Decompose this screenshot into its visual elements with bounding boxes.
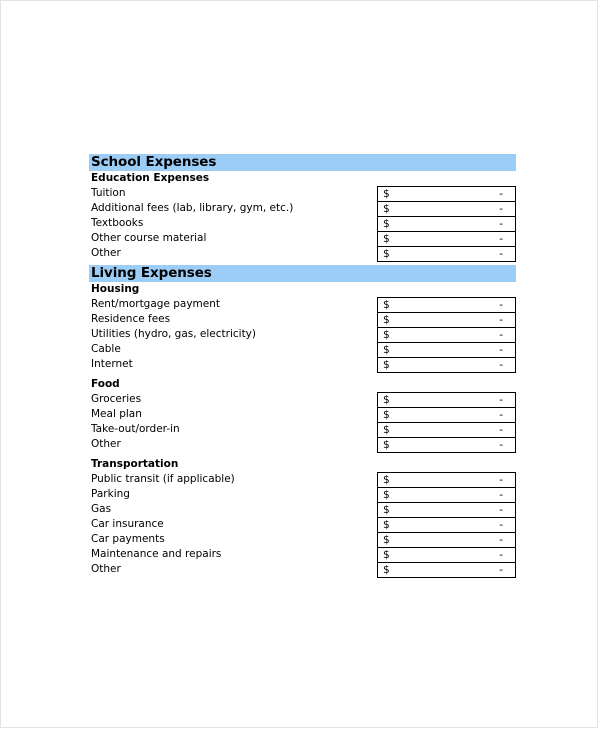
currency-symbol: $ — [383, 203, 390, 215]
currency-symbol: $ — [383, 248, 390, 260]
currency-symbol: $ — [383, 218, 390, 230]
amount-input[interactable]: $ - — [378, 343, 515, 358]
amount-value: - — [499, 409, 503, 421]
amount-input[interactable]: $ - — [378, 518, 515, 533]
amount-input[interactable]: $ - — [378, 217, 515, 232]
amount-input[interactable]: $ - — [378, 408, 515, 423]
amount-value: - — [499, 519, 503, 531]
section-header: Living Expenses — [89, 265, 516, 282]
amount-value: - — [499, 534, 503, 546]
amount-value: - — [499, 549, 503, 561]
amount-value: - — [499, 218, 503, 230]
amount-input[interactable]: $ - — [378, 358, 515, 373]
group-header: Education Expenses — [91, 172, 210, 184]
amount-input[interactable]: $ - — [378, 202, 515, 217]
amount-input[interactable]: $ - — [378, 247, 515, 262]
currency-symbol: $ — [383, 519, 390, 531]
currency-symbol: $ — [383, 394, 390, 406]
amount-input[interactable]: $ - — [378, 393, 515, 408]
amount-input[interactable]: $ - — [378, 298, 515, 313]
amount-value: - — [499, 248, 503, 260]
currency-symbol: $ — [383, 233, 390, 245]
amount-input-group: $ - $ - $ - $ - — [377, 392, 516, 453]
amount-value: - — [499, 504, 503, 516]
amount-value: - — [499, 489, 503, 501]
currency-symbol: $ — [383, 504, 390, 516]
amount-input[interactable]: $ - — [378, 313, 515, 328]
currency-symbol: $ — [383, 344, 390, 356]
amount-input[interactable]: $ - — [378, 187, 515, 202]
section-header: School Expenses — [89, 154, 516, 171]
currency-symbol: $ — [383, 439, 390, 451]
currency-symbol: $ — [383, 188, 390, 200]
amount-value: - — [499, 394, 503, 406]
budget-worksheet: School Expenses Education Expenses Tuition… — [89, 154, 516, 578]
group-header: Housing — [91, 283, 140, 295]
expense-group: Groceries Meal plan Take-out/order-in Other… — [89, 392, 516, 453]
amount-value: - — [499, 314, 503, 326]
document-page: School Expenses Education Expenses Tuition… — [0, 0, 598, 728]
amount-value: - — [499, 424, 503, 436]
currency-symbol: $ — [383, 564, 390, 576]
amount-value: - — [499, 299, 503, 311]
expense-group: Tuition Additional fees (lab, library, gy… — [89, 186, 516, 262]
amount-input[interactable]: $ - — [378, 533, 515, 548]
amount-value: - — [499, 439, 503, 451]
amount-value: - — [499, 359, 503, 371]
expense-group: Rent/mortgage payment Residence fees Utili… — [89, 297, 516, 373]
amount-value: - — [499, 203, 503, 215]
amount-input[interactable]: $ - — [378, 488, 515, 503]
amount-input-group: $ - $ - $ - $ - $ - $ - $ - — [377, 472, 516, 578]
currency-symbol: $ — [383, 489, 390, 501]
amount-input[interactable]: $ - — [378, 328, 515, 343]
expense-group: Public transit (if applicable) Parking Gas… — [89, 472, 516, 578]
currency-symbol: $ — [383, 314, 390, 326]
amount-input[interactable]: $ - — [378, 548, 515, 563]
amount-input-group: $ - $ - $ - $ - $ - — [377, 186, 516, 262]
group-header: Food — [91, 378, 120, 390]
amount-input-group: $ - $ - $ - $ - $ - — [377, 297, 516, 373]
amount-value: - — [499, 344, 503, 356]
group-header: Transportation — [91, 458, 179, 470]
currency-symbol: $ — [383, 549, 390, 561]
amount-value: - — [499, 474, 503, 486]
amount-input[interactable]: $ - — [378, 438, 515, 453]
amount-value: - — [499, 188, 503, 200]
currency-symbol: $ — [383, 474, 390, 486]
currency-symbol: $ — [383, 359, 390, 371]
amount-value: - — [499, 329, 503, 341]
amount-input[interactable]: $ - — [378, 473, 515, 488]
currency-symbol: $ — [383, 299, 390, 311]
currency-symbol: $ — [383, 424, 390, 436]
amount-input[interactable]: $ - — [378, 232, 515, 247]
amount-value: - — [499, 233, 503, 245]
currency-symbol: $ — [383, 409, 390, 421]
amount-input[interactable]: $ - — [378, 563, 515, 578]
currency-symbol: $ — [383, 329, 390, 341]
amount-input[interactable]: $ - — [378, 503, 515, 518]
amount-input[interactable]: $ - — [378, 423, 515, 438]
currency-symbol: $ — [383, 534, 390, 546]
amount-value: - — [499, 564, 503, 576]
